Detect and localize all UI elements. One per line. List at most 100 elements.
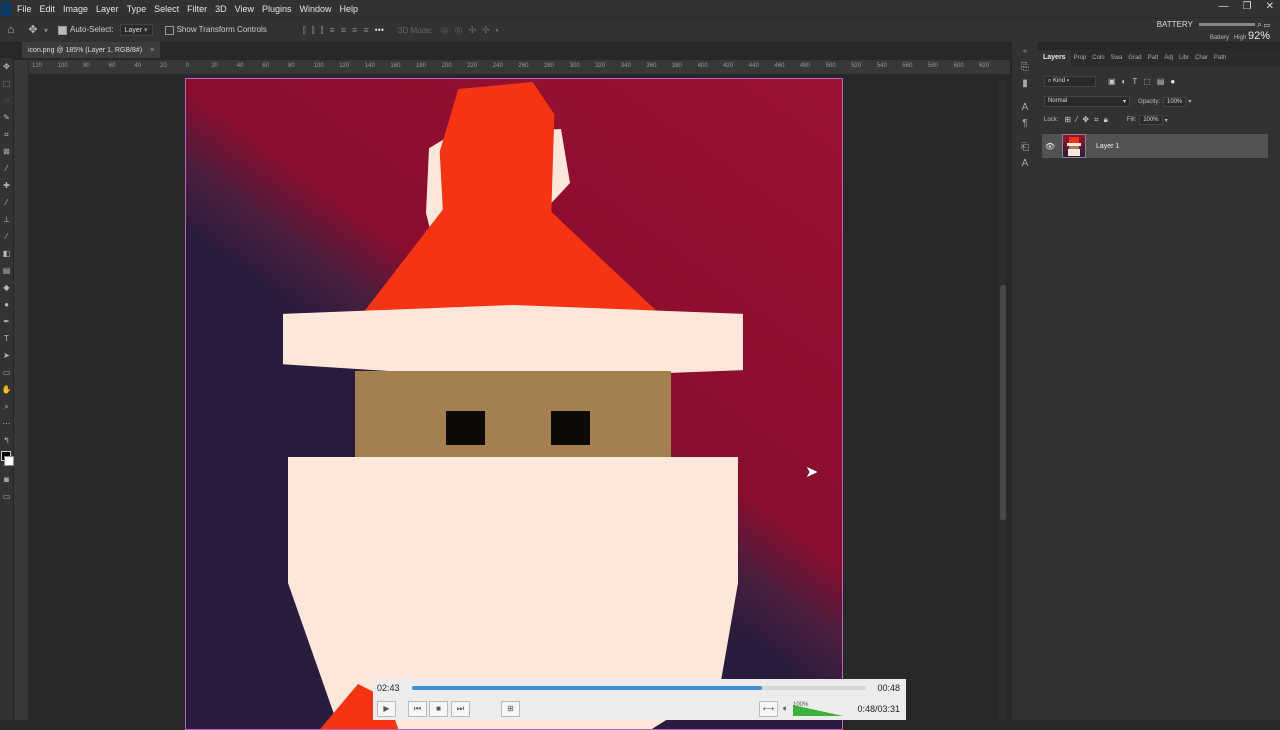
play-button[interactable]: ▶	[377, 701, 396, 717]
scale-3d-icon[interactable]: ▪	[496, 25, 499, 36]
history-brush-tool-icon[interactable]: ⁄	[0, 228, 13, 245]
fill-chevron-icon[interactable]: ▾	[1165, 117, 1168, 124]
shape-tool-icon[interactable]: ▭	[0, 364, 13, 381]
blur-tool-icon[interactable]: ◆	[0, 279, 13, 296]
background-color-swatch[interactable]	[4, 456, 14, 466]
scrollbar-thumb[interactable]	[1000, 285, 1006, 520]
fill-input[interactable]: 100%	[1139, 115, 1163, 125]
brush-tool-icon[interactable]: ⁄	[0, 194, 13, 211]
speaker-icon[interactable]: 🔈︎	[783, 703, 788, 714]
menu-3d[interactable]: 3D	[211, 4, 231, 14]
document-tab[interactable]: icon.png @ 185% (Layer 1, RGB/8#) ×	[22, 42, 161, 58]
menu-window[interactable]: Window	[296, 4, 336, 14]
menu-type[interactable]: Type	[123, 4, 151, 14]
menu-view[interactable]: View	[231, 4, 258, 14]
tab-swatches[interactable]: Swa	[1108, 55, 1126, 61]
character-icon[interactable]: A	[1012, 100, 1038, 116]
quick-mask-icon[interactable]: ◙	[0, 471, 13, 488]
close-button[interactable]: ✕	[1266, 1, 1274, 12]
hand-tool-icon[interactable]: ✋	[0, 381, 13, 398]
tab-paths[interactable]: Path	[1211, 55, 1229, 61]
roll-3d-icon[interactable]: ◎	[455, 25, 463, 36]
home-icon[interactable]: ⌂	[4, 23, 18, 37]
menu-select[interactable]: Select	[150, 4, 183, 14]
tab-adjustments[interactable]: Adj	[1161, 55, 1176, 61]
menu-layer[interactable]: Layer	[92, 4, 123, 14]
stop-button[interactable]: ■	[429, 701, 448, 717]
distribute-icon[interactable]: ≡	[363, 25, 368, 36]
eraser-tool-icon[interactable]: ◧	[0, 245, 13, 262]
glyphs-icon[interactable]: ⎗	[1012, 140, 1038, 156]
type-tool-icon[interactable]: T	[0, 330, 13, 347]
filter-toggle-icon[interactable]: ●	[1170, 77, 1175, 86]
next-button[interactable]: ⏭	[451, 701, 470, 717]
frame-tool-icon[interactable]: ⊠	[0, 143, 13, 160]
blend-mode-dropdown[interactable]: Normal ▾	[1044, 96, 1130, 107]
menu-plugins[interactable]: Plugins	[258, 4, 296, 14]
align-bottom-icon[interactable]: ≡	[352, 25, 357, 36]
swap-colors-icon[interactable]: ↰	[0, 432, 13, 449]
drag-3d-icon[interactable]: ✣	[468, 25, 476, 36]
quick-select-tool-icon[interactable]: ✎	[0, 109, 13, 126]
path-select-tool-icon[interactable]: ➤	[0, 347, 13, 364]
stamp-tool-icon[interactable]: ⊥	[0, 211, 13, 228]
tab-libraries[interactable]: Libr	[1176, 55, 1192, 61]
minimize-button[interactable]: —	[1219, 1, 1229, 12]
align-top-icon[interactable]: ≡	[330, 25, 335, 36]
marquee-tool-icon[interactable]: ⬚	[0, 75, 13, 92]
layer-name[interactable]: Layer 1	[1096, 143, 1119, 150]
tool-preset-dropdown-icon[interactable]: ▾	[44, 26, 48, 35]
slide-3d-icon[interactable]: ✣	[482, 25, 490, 36]
restore-button[interactable]: ❐	[1243, 1, 1252, 12]
aspect-ratio-button[interactable]: ⟷	[759, 701, 778, 717]
move-tool-icon[interactable]: ✥	[0, 58, 13, 75]
collapse-panels-icon[interactable]: «	[1012, 44, 1038, 60]
opacity-chevron-icon[interactable]: ▾	[1188, 98, 1191, 105]
color-swatches[interactable]	[0, 449, 14, 471]
align-middle-icon[interactable]: ≡	[341, 25, 346, 36]
tab-properties[interactable]: Prop	[1071, 55, 1090, 61]
auto-select-target-dropdown[interactable]: Layer	[119, 24, 153, 36]
pen-tool-icon[interactable]: ✒	[0, 313, 13, 330]
character-styles-icon[interactable]: A	[1012, 156, 1038, 172]
healing-brush-tool-icon[interactable]: ✚	[0, 177, 13, 194]
document-canvas[interactable]	[185, 78, 843, 730]
more-options-icon[interactable]: •••	[375, 25, 384, 36]
dodge-tool-icon[interactable]: ●	[0, 296, 13, 313]
visibility-eye-icon[interactable]: 👁︎	[1042, 142, 1058, 151]
tab-character[interactable]: Char	[1192, 55, 1211, 61]
zoom-tool-icon[interactable]: ⌕	[0, 398, 13, 415]
history-icon[interactable]: ⎘	[1012, 60, 1038, 76]
menu-filter[interactable]: Filter	[183, 4, 211, 14]
panel-arrange-icon[interactable]: ▭	[1264, 20, 1270, 29]
more-tools-icon[interactable]: ⋯	[0, 415, 13, 432]
layer-row[interactable]: 👁︎ Layer 1	[1042, 134, 1268, 158]
menu-image[interactable]: Image	[59, 4, 92, 14]
lock-option-icons[interactable]: ⊞⁄✥⌗🔒︎	[1064, 115, 1113, 125]
move-tool-icon[interactable]: ✥	[26, 23, 40, 37]
comments-icon[interactable]: ▮	[1012, 76, 1038, 92]
crop-tool-icon[interactable]: ⌗	[0, 126, 13, 143]
filter-kind-dropdown[interactable]: ⌕ Kind ▾	[1044, 76, 1096, 87]
tab-layers[interactable]: Layers	[1038, 50, 1071, 66]
paragraph-icon[interactable]: ¶	[1012, 116, 1038, 132]
tab-gradients[interactable]: Grad	[1125, 55, 1144, 61]
lasso-tool-icon[interactable]: ◌	[0, 92, 13, 109]
photoshop-logo-icon[interactable]	[1, 1, 11, 16]
menu-edit[interactable]: Edit	[36, 4, 60, 14]
align-left-icon[interactable]: ⫿	[303, 25, 306, 36]
show-transform-checkbox[interactable]: Show Transform Controls	[164, 25, 267, 35]
align-center-icon[interactable]: ⫿	[312, 25, 315, 36]
menu-file[interactable]: File	[13, 4, 36, 14]
close-document-icon[interactable]: ×	[150, 47, 154, 54]
canvas-scrollbar-vertical[interactable]	[999, 80, 1007, 720]
playlist-button[interactable]: ⊞	[501, 701, 520, 717]
eyedropper-tool-icon[interactable]: ⁄	[0, 160, 13, 177]
previous-button[interactable]: ⏮	[408, 701, 427, 717]
tab-color[interactable]: Colo	[1089, 55, 1107, 61]
orbit-3d-icon[interactable]: ◎	[441, 25, 449, 36]
align-right-icon[interactable]: ⫿	[321, 25, 324, 36]
gradient-tool-icon[interactable]: ▤	[0, 262, 13, 279]
auto-select-checkbox[interactable]: Auto-Select:	[58, 25, 114, 35]
tab-patterns[interactable]: Patt	[1145, 55, 1162, 61]
